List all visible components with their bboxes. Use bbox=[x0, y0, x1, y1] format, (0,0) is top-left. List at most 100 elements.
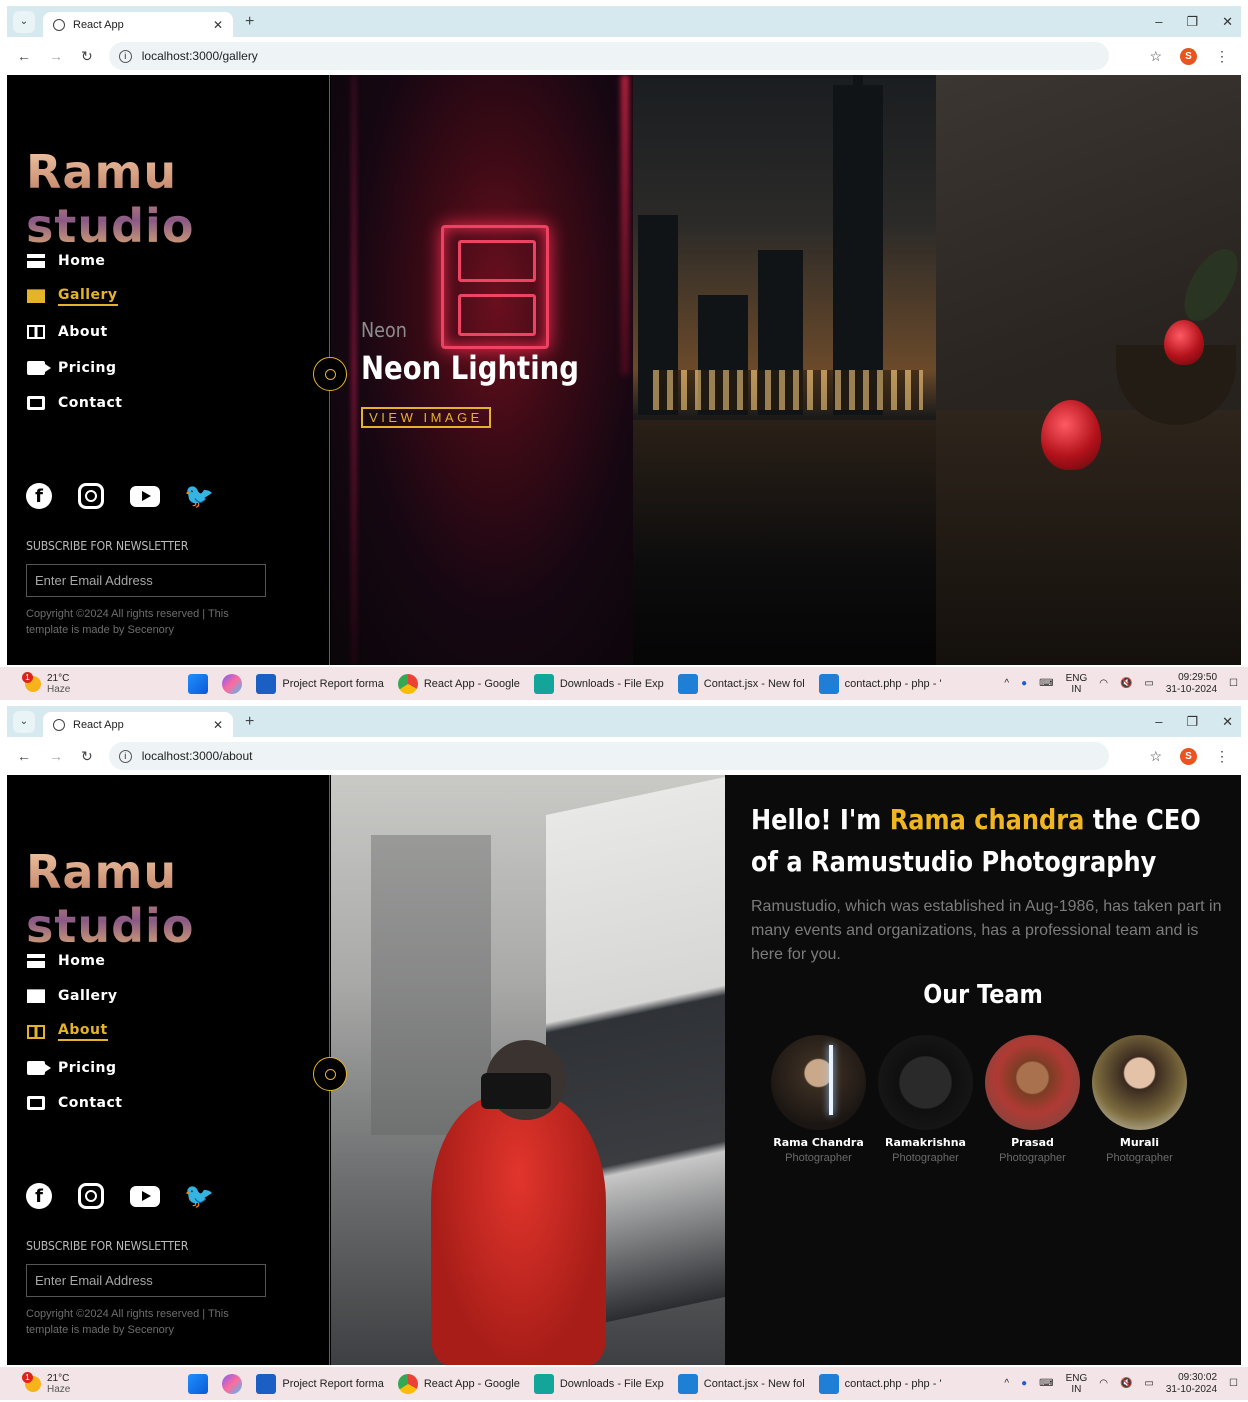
reload-button[interactable]: ↻ bbox=[81, 48, 93, 65]
taskbar-app-chrome[interactable]: React App - Google bbox=[397, 1373, 520, 1394]
forward-button[interactable]: → bbox=[49, 748, 63, 765]
back-button[interactable]: ← bbox=[17, 48, 31, 65]
address-input[interactable]: i localhost:3000/about bbox=[108, 742, 1109, 770]
menu-item-pricing[interactable]: Pricing bbox=[27, 1050, 123, 1086]
taskbar-app-vscode-2[interactable]: contact.php - php - ' bbox=[818, 1373, 942, 1394]
site-logo[interactable]: Ramu studio bbox=[26, 145, 329, 253]
clock[interactable]: 09:29:50 31-10-2024 bbox=[1166, 672, 1217, 696]
newsletter-email-input[interactable]: Enter Email Address bbox=[26, 564, 266, 597]
twitter-icon[interactable]: 🐦 bbox=[184, 483, 214, 510]
menu-item-about[interactable]: About bbox=[27, 314, 123, 350]
minimize-button[interactable]: – bbox=[1155, 14, 1162, 30]
menu-item-home[interactable]: Home bbox=[27, 243, 123, 279]
browser-tab[interactable]: React App ✕ bbox=[43, 12, 233, 37]
weather-widget[interactable]: 21°CHaze bbox=[22, 671, 70, 695]
close-window-button[interactable]: ✕ bbox=[1222, 14, 1233, 30]
new-tab-button[interactable]: + bbox=[245, 713, 254, 731]
restore-button[interactable]: ❐ bbox=[1186, 714, 1198, 730]
notification-icon[interactable]: ☐ bbox=[1229, 1378, 1238, 1389]
copilot-icon[interactable] bbox=[222, 1373, 243, 1394]
taskbar-app-vscode-2[interactable]: contact.php - php - ' bbox=[818, 673, 942, 694]
site-info-icon[interactable]: i bbox=[118, 49, 132, 63]
gallery-panel-city[interactable] bbox=[633, 75, 936, 665]
taskbar-app-word[interactable]: Project Report forma bbox=[256, 673, 384, 694]
team-member[interactable]: Rama Chandra Photographer bbox=[771, 1035, 866, 1164]
forward-button[interactable]: → bbox=[49, 48, 63, 65]
sidebar-toggle-button[interactable] bbox=[313, 357, 347, 391]
youtube-icon[interactable] bbox=[130, 1185, 160, 1207]
menu-item-about[interactable]: About bbox=[27, 1014, 123, 1050]
windows-start-icon[interactable] bbox=[188, 673, 209, 694]
bookmark-star-icon[interactable]: ☆ bbox=[1149, 748, 1162, 765]
youtube-icon[interactable] bbox=[130, 485, 160, 507]
menu-item-pricing[interactable]: Pricing bbox=[27, 350, 123, 386]
taskbar-app-vscode[interactable]: Contact.jsx - New fol bbox=[677, 1373, 805, 1394]
tab-search-button[interactable]: ⌄ bbox=[13, 710, 35, 733]
windows-start-icon[interactable] bbox=[188, 1373, 209, 1394]
close-tab-icon[interactable]: ✕ bbox=[213, 18, 223, 32]
volume-icon[interactable]: 🔇 bbox=[1120, 678, 1132, 689]
taskbar-app-explorer[interactable]: Downloads - File Exp bbox=[533, 673, 664, 694]
language-indicator[interactable]: ENG IN bbox=[1066, 673, 1088, 695]
clock[interactable]: 09:30:02 31-10-2024 bbox=[1166, 1372, 1217, 1396]
instagram-icon[interactable] bbox=[78, 1183, 104, 1209]
battery-icon[interactable]: ▭ bbox=[1144, 678, 1153, 689]
reload-button[interactable]: ↻ bbox=[81, 748, 93, 765]
menu-item-contact[interactable]: Contact bbox=[27, 1085, 123, 1121]
team-member[interactable]: Murali Photographer bbox=[1092, 1035, 1187, 1164]
view-image-button[interactable]: VIEW IMAGE bbox=[361, 407, 491, 428]
taskbar-app-chrome[interactable]: React App - Google bbox=[397, 673, 520, 694]
minimize-button[interactable]: – bbox=[1155, 714, 1162, 730]
menu-kebab-icon[interactable]: ⋮ bbox=[1215, 48, 1229, 65]
strawberry bbox=[1041, 400, 1101, 470]
address-input[interactable]: i localhost:3000/gallery bbox=[108, 42, 1109, 70]
taskbar-app-word[interactable]: Project Report forma bbox=[256, 1373, 384, 1394]
profile-avatar[interactable]: S bbox=[1180, 47, 1197, 65]
team-member[interactable]: Prasad Photographer bbox=[985, 1035, 1080, 1164]
wifi-icon[interactable]: ◠ bbox=[1099, 678, 1108, 689]
language-indicator[interactable]: ENG IN bbox=[1066, 1373, 1088, 1395]
copilot-icon[interactable] bbox=[222, 673, 243, 694]
bookmark-star-icon[interactable]: ☆ bbox=[1149, 48, 1162, 65]
facebook-icon[interactable]: f bbox=[26, 483, 52, 509]
menu-item-gallery[interactable]: Gallery bbox=[27, 979, 123, 1015]
site-logo[interactable]: Ramu studio bbox=[26, 845, 329, 953]
red-jacket bbox=[431, 1095, 606, 1365]
back-button[interactable]: ← bbox=[17, 748, 31, 765]
main-menu: Home Gallery About Pricing Contact bbox=[27, 943, 123, 1121]
taskbar-app-vscode[interactable]: Contact.jsx - New fol bbox=[677, 673, 805, 694]
notification-icon[interactable]: ☐ bbox=[1229, 678, 1238, 689]
menu-item-home[interactable]: Home bbox=[27, 943, 123, 979]
menu-item-contact[interactable]: Contact bbox=[27, 385, 123, 421]
gallery-panel-neon[interactable]: Neon Neon Lighting VIEW IMAGE bbox=[331, 75, 633, 665]
newsletter-email-input[interactable]: Enter Email Address bbox=[26, 1264, 266, 1297]
team-member[interactable]: Ramakrishna Photographer bbox=[878, 1035, 973, 1164]
gallery-panel-strawberry[interactable] bbox=[936, 75, 1241, 665]
weather-widget[interactable]: 21°CHaze bbox=[22, 1371, 70, 1395]
close-window-button[interactable]: ✕ bbox=[1222, 714, 1233, 730]
chevron-up-icon[interactable]: ^ bbox=[1004, 1378, 1009, 1389]
keyboard-icon[interactable]: ⌨ bbox=[1039, 1378, 1053, 1389]
bluetooth-icon[interactable]: ● bbox=[1021, 678, 1027, 689]
menu-item-gallery[interactable]: Gallery bbox=[27, 279, 123, 315]
battery-icon[interactable]: ▭ bbox=[1144, 1378, 1153, 1389]
video-camera-icon bbox=[27, 360, 51, 375]
facebook-icon[interactable]: f bbox=[26, 1183, 52, 1209]
sidebar-toggle-button[interactable] bbox=[313, 1057, 347, 1091]
wifi-icon[interactable]: ◠ bbox=[1099, 1378, 1108, 1389]
site-info-icon[interactable]: i bbox=[118, 749, 132, 763]
tab-search-button[interactable]: ⌄ bbox=[13, 10, 35, 33]
menu-kebab-icon[interactable]: ⋮ bbox=[1215, 748, 1229, 765]
instagram-icon[interactable] bbox=[78, 483, 104, 509]
twitter-icon[interactable]: 🐦 bbox=[184, 1183, 214, 1210]
taskbar-app-explorer[interactable]: Downloads - File Exp bbox=[533, 1373, 664, 1394]
new-tab-button[interactable]: + bbox=[245, 13, 254, 31]
bluetooth-icon[interactable]: ● bbox=[1021, 1378, 1027, 1389]
close-tab-icon[interactable]: ✕ bbox=[213, 718, 223, 732]
restore-button[interactable]: ❐ bbox=[1186, 14, 1198, 30]
profile-avatar[interactable]: S bbox=[1180, 747, 1197, 765]
browser-tab[interactable]: React App ✕ bbox=[43, 712, 233, 737]
keyboard-icon[interactable]: ⌨ bbox=[1039, 678, 1053, 689]
volume-icon[interactable]: 🔇 bbox=[1120, 1378, 1132, 1389]
chevron-up-icon[interactable]: ^ bbox=[1004, 678, 1009, 689]
